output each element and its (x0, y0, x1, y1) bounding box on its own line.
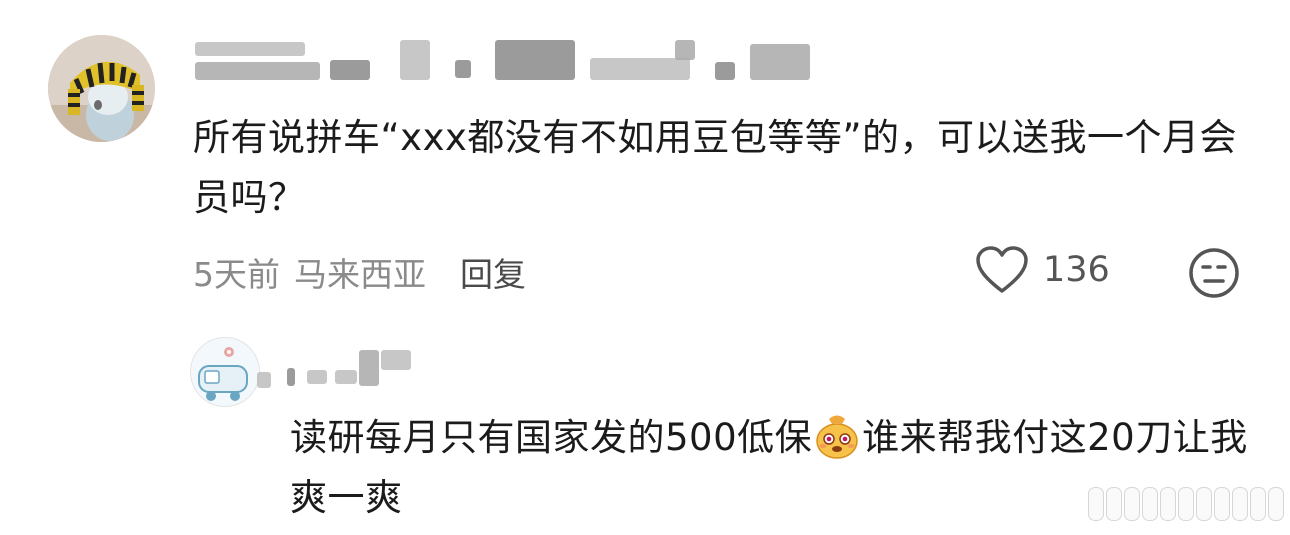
comment-location: 马来西亚 (294, 255, 426, 294)
dislike-button[interactable] (1187, 246, 1241, 300)
reply-text-part1: 读研每月只有国家发的500低保 (290, 416, 813, 459)
comment-text: 所有说拼车“xxx都没有不如用豆包等等”的，可以送我一个月会员吗？ (193, 116, 1238, 219)
avatar[interactable] (48, 35, 155, 142)
comment-time: 5天前 (193, 255, 280, 294)
reply-avatar[interactable] (190, 337, 260, 407)
reply-button[interactable]: 回复 (460, 248, 526, 296)
comment-meta: 5天前 马来西亚 回复 (193, 248, 526, 296)
like-count: 136 (1043, 250, 1110, 290)
heart-outline-icon (976, 246, 1028, 293)
reply-username[interactable] (257, 348, 427, 388)
avatar-image (48, 35, 155, 142)
comment-thread: 所有说拼车“xxx都没有不如用豆包等等”的，可以送我一个月会员吗？ 5天前 马来… (0, 0, 1290, 535)
username[interactable] (195, 40, 815, 86)
smiling-sack-emoji (816, 415, 858, 459)
meh-face-icon (1189, 248, 1239, 298)
watermark (1088, 487, 1284, 521)
like-button[interactable]: 136 (975, 245, 1110, 295)
reply-avatar-image (191, 338, 259, 406)
